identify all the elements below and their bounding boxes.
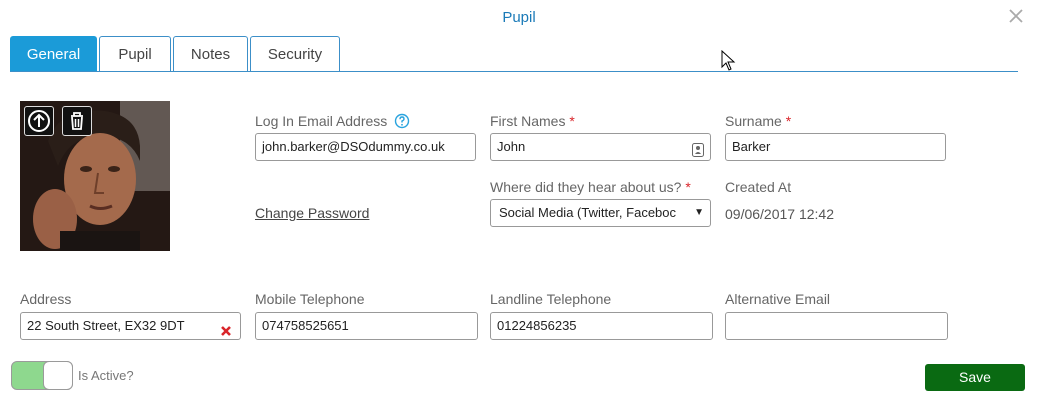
upload-photo-button[interactable] xyxy=(24,106,54,136)
surname-input[interactable]: Barker xyxy=(725,133,946,161)
landline-input[interactable]: 01224856235 xyxy=(490,312,713,340)
profile-photo xyxy=(20,101,170,251)
address-label: Address xyxy=(20,291,72,307)
login-email-label: Log In Email Address xyxy=(255,113,410,132)
tab-security[interactable]: Security xyxy=(250,36,340,72)
toggle-knob xyxy=(43,361,73,390)
first-names-value: John xyxy=(497,139,526,154)
landline-label: Landline Telephone xyxy=(490,291,612,307)
trash-icon xyxy=(71,112,83,130)
chevron-down-icon: ▼ xyxy=(694,207,704,218)
mobile-input[interactable]: 074758525651 xyxy=(255,312,478,340)
first-names-input[interactable]: John xyxy=(490,133,711,161)
heard-about-label: Where did they hear about us? * xyxy=(490,179,691,195)
is-active-toggle[interactable] xyxy=(11,361,73,390)
created-at-label: Created At xyxy=(725,179,792,195)
delete-photo-button[interactable] xyxy=(62,106,92,136)
tab-general[interactable]: General xyxy=(10,36,97,72)
mouse-cursor-icon xyxy=(721,49,737,77)
upload-icon xyxy=(28,110,50,132)
help-icon[interactable] xyxy=(394,113,410,132)
mobile-label: Mobile Telephone xyxy=(255,291,365,307)
tab-pupil[interactable]: Pupil xyxy=(99,36,171,72)
first-names-label: First Names * xyxy=(490,113,575,129)
address-input[interactable]: 22 South Street, EX32 9DT xyxy=(20,312,241,340)
contact-card-icon xyxy=(692,140,704,160)
created-at-value: 09/06/2017 12:42 xyxy=(725,206,834,222)
clear-x-icon[interactable] xyxy=(220,320,232,339)
heard-about-value: Social Media (Twitter, Faceboc xyxy=(499,205,677,220)
close-icon[interactable] xyxy=(1006,6,1026,26)
address-value: 22 South Street, EX32 9DT xyxy=(27,318,185,333)
dialog-title: Pupil xyxy=(502,9,536,26)
change-password-link[interactable]: Change Password xyxy=(255,205,369,221)
tab-underline xyxy=(10,71,1018,72)
alt-email-input[interactable] xyxy=(725,312,948,340)
heard-about-select[interactable]: Social Media (Twitter, Faceboc ▼ xyxy=(490,199,711,227)
login-email-input[interactable]: john.barker@DSOdummy.co.uk xyxy=(255,133,476,161)
alt-email-label: Alternative Email xyxy=(725,291,831,307)
surname-label: Surname * xyxy=(725,113,792,129)
tab-notes[interactable]: Notes xyxy=(173,36,248,72)
tab-bar: General Pupil Notes Security xyxy=(10,36,342,72)
is-active-label: Is Active? xyxy=(78,368,134,383)
save-button[interactable]: Save xyxy=(925,364,1025,391)
